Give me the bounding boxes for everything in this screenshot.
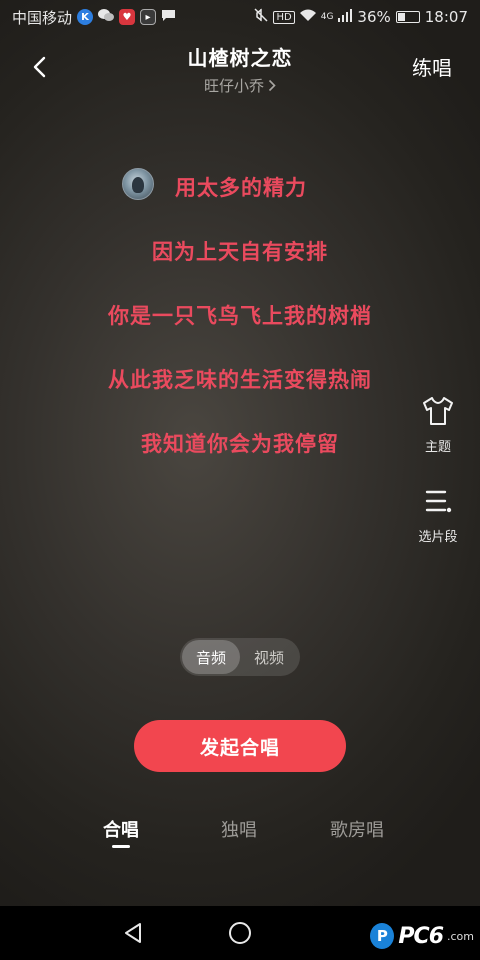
hd-icon: HD — [273, 10, 295, 24]
practice-button[interactable]: 练唱 — [412, 52, 452, 81]
wifi-icon — [299, 8, 316, 26]
tab-room[interactable]: 歌房唱 — [312, 816, 402, 842]
tab-chorus[interactable]: 合唱 — [76, 816, 166, 842]
start-chorus-button[interactable]: 发起合唱 — [134, 720, 346, 772]
lyric-line: 因为上天自有安排 — [152, 240, 328, 264]
signal-icon — [338, 8, 353, 26]
nav-home-button[interactable] — [225, 918, 255, 948]
mode-tabs: 合唱 独唱 歌房唱 — [0, 808, 480, 858]
battery-icon — [395, 11, 420, 23]
lyric-line: 你是一只飞鸟飞上我的树梢 — [108, 304, 372, 328]
battery-percent: 36% — [357, 8, 391, 26]
media-toggle: 音频 视频 — [180, 638, 300, 676]
tab-solo[interactable]: 独唱 — [194, 816, 284, 842]
chevron-right-icon — [268, 79, 276, 92]
back-button[interactable] — [22, 50, 56, 84]
list-icon — [425, 490, 452, 513]
tab-indicator — [112, 845, 130, 848]
chevron-left-icon — [33, 56, 46, 78]
lyric-line: 我知道你会为我停留 — [141, 432, 339, 456]
shirt-icon — [423, 397, 453, 425]
top-bar: 山楂树之恋 旺仔小乔 练唱 — [0, 36, 480, 96]
app-arrow-icon: ▸ — [140, 9, 157, 25]
segment-label: 选片段 — [418, 530, 458, 545]
lyric-line: 从此我乏味的生活变得热闹 — [108, 368, 372, 392]
select-segment-button[interactable]: 选片段 — [412, 488, 464, 545]
watermark: P PC6 .com — [370, 916, 480, 956]
pc6-logo-icon: P — [370, 923, 395, 949]
song-title: 山楂树之恋 — [187, 46, 293, 70]
wechat-icon — [98, 8, 115, 26]
message-icon — [161, 9, 176, 26]
theme-button[interactable]: 主题 — [412, 396, 464, 455]
audio-option[interactable]: 音频 — [182, 640, 240, 674]
app-k-icon: K — [77, 9, 94, 25]
status-bar: 中国移动 K ♥ ▸ HD 4G 36% 18:07 — [0, 0, 480, 34]
watermark-sub: .com — [447, 929, 474, 943]
status-bar-left: 中国移动 K ♥ ▸ — [12, 7, 176, 28]
song-info: 山楂树之恋 旺仔小乔 — [120, 42, 360, 96]
singer-name: 旺仔小乔 — [203, 77, 264, 95]
video-option[interactable]: 视频 — [240, 640, 298, 674]
theme-label: 主题 — [424, 440, 451, 455]
carrier-label: 中国移动 — [12, 8, 73, 27]
watermark-text: PC6 — [398, 923, 444, 949]
lyric-line: 用太多的精力 — [175, 176, 307, 200]
app-heart-icon: ♥ — [119, 9, 136, 25]
status-bar-right: HD 4G 36% 18:07 — [254, 8, 468, 26]
network-type: 4G — [320, 12, 334, 22]
clock: 18:07 — [424, 8, 468, 26]
circle-home-icon — [229, 922, 251, 944]
nav-back-button[interactable] — [118, 918, 148, 948]
triangle-back-icon — [125, 923, 141, 943]
singer-link[interactable]: 旺仔小乔 — [204, 75, 276, 96]
mute-icon — [254, 8, 269, 26]
